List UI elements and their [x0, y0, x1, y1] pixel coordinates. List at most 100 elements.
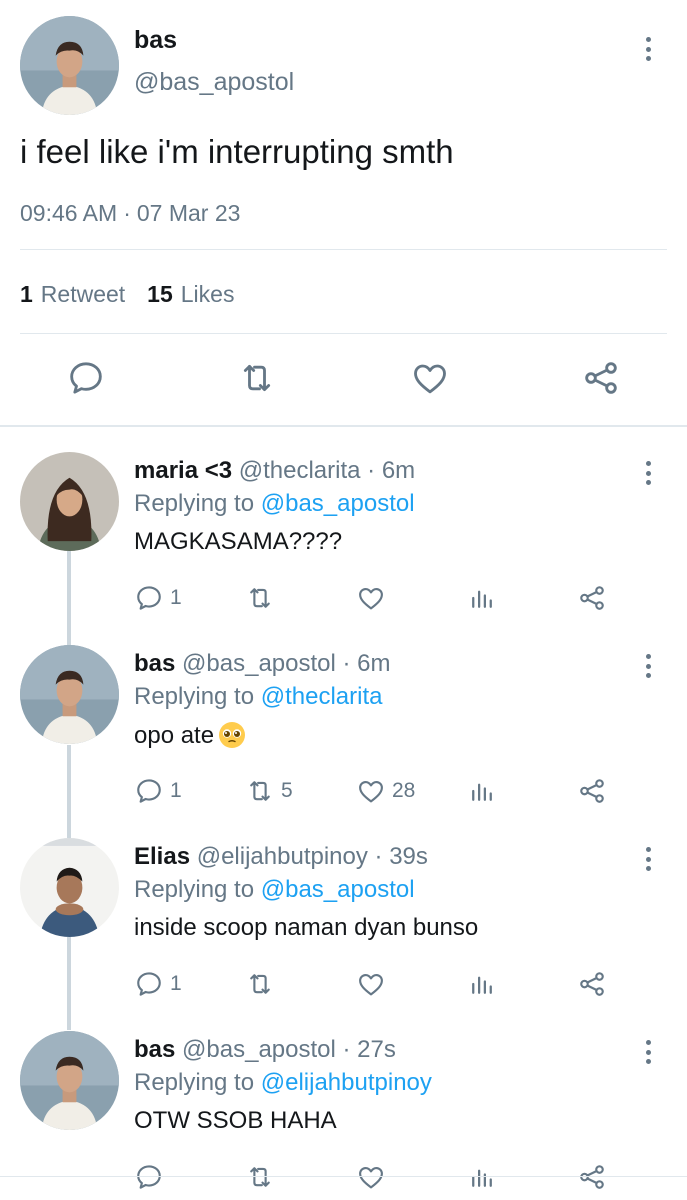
analytics-button[interactable]: [467, 968, 497, 1000]
like-button[interactable]: [356, 968, 392, 1000]
reply-count: 1: [170, 586, 182, 609]
reply-button[interactable]: [134, 1161, 170, 1193]
share-icon: [577, 969, 607, 999]
retweets-count: 1: [20, 281, 33, 307]
author-name[interactable]: bas: [134, 26, 177, 55]
likes-label: Likes: [180, 281, 235, 307]
tweet-time: 09:46 AM: [20, 200, 118, 226]
author-handle[interactable]: @elijahbutpinoy: [197, 843, 368, 870]
heart-icon: [356, 776, 386, 806]
mention-link[interactable]: @elijahbutpinoy: [261, 1069, 432, 1096]
reply-tweet[interactable]: Elias @elijahbutpinoy · 39s Replying to …: [0, 838, 687, 1031]
like-button[interactable]: [356, 1161, 392, 1193]
reply-icon: [134, 583, 164, 613]
mention-link[interactable]: @bas_apostol: [261, 876, 415, 903]
author-handle[interactable]: @theclarita: [239, 457, 361, 484]
reply-actions: 1: [0, 582, 687, 616]
reply-count: 1: [170, 972, 182, 995]
analytics-icon: [467, 583, 497, 613]
heart-icon: [356, 1162, 386, 1192]
retweet-button[interactable]: [245, 582, 281, 614]
reply-text-content: opo ate: [134, 722, 215, 749]
divider: [20, 249, 667, 250]
analytics-button[interactable]: [467, 775, 497, 807]
replying-prefix: Replying to: [134, 683, 255, 710]
reply-button[interactable]: 1: [134, 775, 182, 807]
avatar[interactable]: [20, 838, 119, 937]
reply-text: opo ate: [134, 721, 246, 750]
pleading-face-emoji: [219, 722, 246, 748]
avatar[interactable]: [20, 1031, 119, 1130]
tweet-text: i feel like i'm interrupting smth: [20, 133, 454, 170]
reply-header: bas @bas_apostol · 6m: [134, 650, 391, 678]
retweet-icon[interactable]: [237, 358, 277, 398]
share-icon: [577, 776, 607, 806]
likes-count: 15: [147, 281, 173, 307]
more-vertical-icon[interactable]: [638, 34, 658, 64]
retweet-icon: [245, 969, 275, 999]
retweets-label: Retweet: [40, 281, 126, 307]
author-handle[interactable]: @bas_apostol: [182, 650, 336, 677]
share-button[interactable]: [577, 775, 607, 807]
author-name[interactable]: maria <3: [134, 457, 232, 484]
analytics-icon: [467, 776, 497, 806]
retweet-button[interactable]: [245, 968, 281, 1000]
analytics-button[interactable]: [467, 582, 497, 614]
author-handle[interactable]: @bas_apostol: [182, 1036, 336, 1063]
reply-actions: 1 5 28: [0, 775, 687, 809]
bottom-divider: [0, 1176, 687, 1177]
more-vertical-icon[interactable]: [638, 458, 658, 488]
replying-prefix: Replying to: [134, 1069, 255, 1096]
reply-tweet[interactable]: bas @bas_apostol · 6m Replying to @thecl…: [0, 645, 687, 838]
avatar[interactable]: [20, 452, 119, 551]
author-name[interactable]: Elias: [134, 843, 190, 870]
reply-icon[interactable]: [66, 358, 106, 398]
reply-button[interactable]: 1: [134, 968, 182, 1000]
avatar[interactable]: [20, 645, 119, 744]
retweets-stat[interactable]: 1 Retweet: [20, 281, 125, 307]
tweet-stats: 1 Retweet 15 Likes: [20, 281, 234, 308]
reply-age: · 27s: [342, 1036, 396, 1063]
divider: [20, 333, 667, 334]
like-button[interactable]: 28: [356, 775, 415, 807]
reply-button[interactable]: 1: [134, 582, 182, 614]
likes-stat[interactable]: 15 Likes: [147, 281, 234, 307]
main-tweet: bas @bas_apostol i feel like i'm interru…: [0, 0, 687, 425]
author-handle[interactable]: @bas_apostol: [134, 68, 294, 97]
analytics-icon: [467, 969, 497, 999]
reply-tweet[interactable]: bas @bas_apostol · 27s Replying to @elij…: [0, 1031, 687, 1200]
share-button[interactable]: [577, 582, 607, 614]
reply-age: · 6m: [367, 457, 416, 484]
share-icon: [577, 583, 607, 613]
reply-tweet[interactable]: maria <3 @theclarita · 6m Replying to @b…: [0, 452, 687, 645]
reply-icon: [134, 776, 164, 806]
reply-age: · 39s: [374, 843, 428, 870]
replying-to: Replying to @elijahbutpinoy: [134, 1069, 432, 1097]
analytics-button[interactable]: [467, 1161, 497, 1193]
mention-link[interactable]: @theclarita: [261, 683, 383, 710]
more-vertical-icon[interactable]: [638, 1037, 658, 1067]
tweet-date: 07 Mar 23: [136, 200, 241, 226]
reply-header: Elias @elijahbutpinoy · 39s: [134, 843, 428, 871]
avatar[interactable]: [20, 16, 119, 115]
like-button[interactable]: [356, 582, 392, 614]
heart-icon: [356, 969, 386, 999]
reply-text: inside scoop naman dyan bunso: [134, 914, 479, 941]
tweet-timestamp: 09:46 AM · 07 Mar 23: [20, 200, 240, 227]
heart-icon[interactable]: [410, 358, 450, 398]
author-name[interactable]: bas: [134, 650, 175, 677]
replying-to: Replying to @theclarita: [134, 683, 383, 711]
more-vertical-icon[interactable]: [638, 651, 658, 681]
share-button[interactable]: [577, 968, 607, 1000]
reply-icon: [134, 969, 164, 999]
reply-actions: [0, 1161, 687, 1195]
share-icon[interactable]: [581, 358, 621, 398]
share-button[interactable]: [577, 1161, 607, 1193]
analytics-icon: [467, 1162, 497, 1192]
reply-header: bas @bas_apostol · 27s: [134, 1036, 396, 1064]
more-vertical-icon[interactable]: [638, 844, 658, 874]
retweet-button[interactable]: [245, 1161, 281, 1193]
retweet-button[interactable]: 5: [245, 775, 293, 807]
author-name[interactable]: bas: [134, 1036, 175, 1063]
mention-link[interactable]: @bas_apostol: [261, 490, 415, 517]
